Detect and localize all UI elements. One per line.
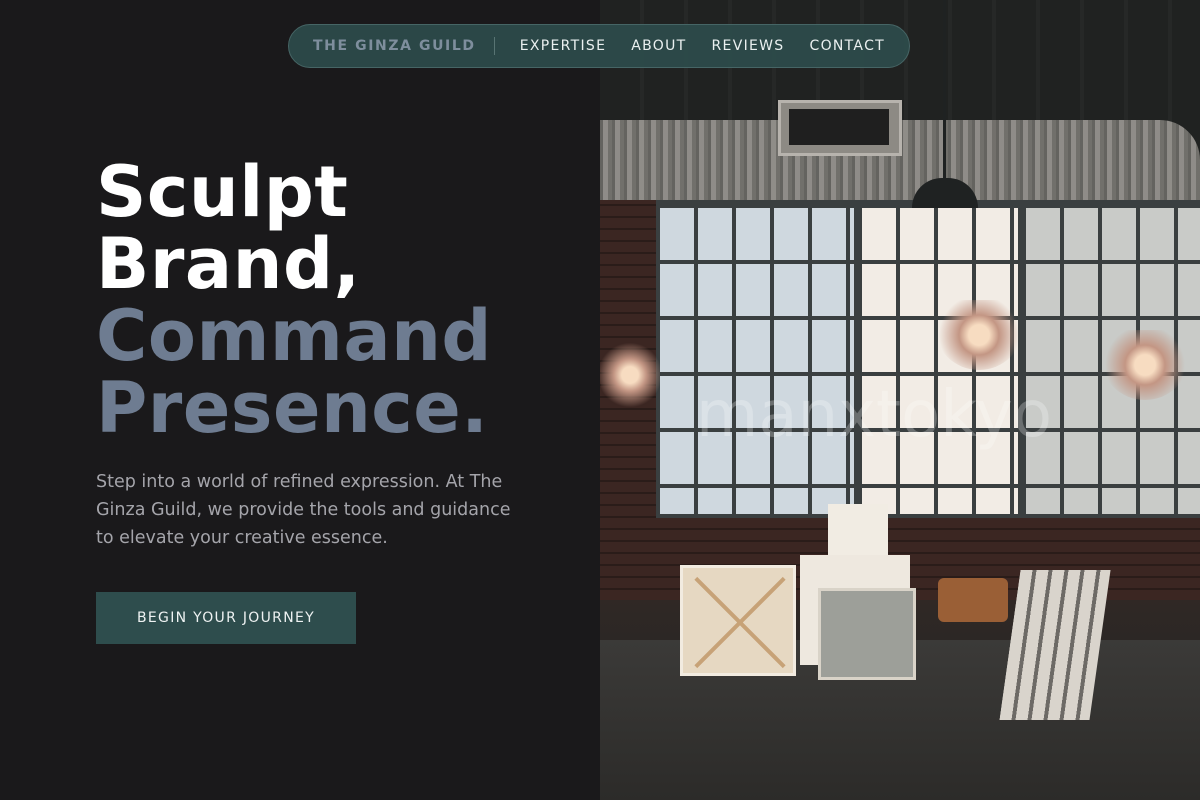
ceiling-vent [778, 100, 902, 156]
nav-links: EXPERTISE ABOUT REVIEWS CONTACT [520, 38, 885, 54]
armchair [938, 578, 1008, 622]
canvas-back [680, 565, 796, 676]
nav-link-contact[interactable]: CONTACT [810, 38, 886, 54]
chandelier [600, 340, 660, 410]
nav-link-expertise[interactable]: EXPERTISE [520, 38, 607, 54]
headline-line: Brand, [96, 223, 361, 305]
studio-hero-image: manxtokyo [600, 0, 1200, 800]
window-left [656, 200, 858, 518]
nav-link-about[interactable]: ABOUT [631, 38, 686, 54]
painted-canvas [818, 588, 916, 680]
image-watermark: manxtokyo [696, 378, 1053, 452]
brand-logo-text[interactable]: THE GINZA GUILD [313, 38, 476, 54]
hero-intro-paragraph: Step into a world of refined expression.… [96, 472, 511, 548]
hero-headline: Sculpt Brand, Command Presence. [96, 156, 492, 444]
begin-journey-button[interactable]: BEGIN YOUR JOURNEY [96, 592, 356, 644]
lamp-cord [943, 0, 946, 180]
hero-text-panel: Sculpt Brand, Command Presence. Step int… [0, 0, 600, 800]
top-navigation: THE GINZA GUILD EXPERTISE ABOUT REVIEWS … [288, 24, 910, 68]
headline-line: Sculpt [96, 151, 349, 233]
headline-line: Command [96, 295, 493, 377]
nav-link-reviews[interactable]: REVIEWS [712, 38, 785, 54]
headline-line: Presence. [96, 367, 489, 449]
white-box [828, 504, 888, 556]
